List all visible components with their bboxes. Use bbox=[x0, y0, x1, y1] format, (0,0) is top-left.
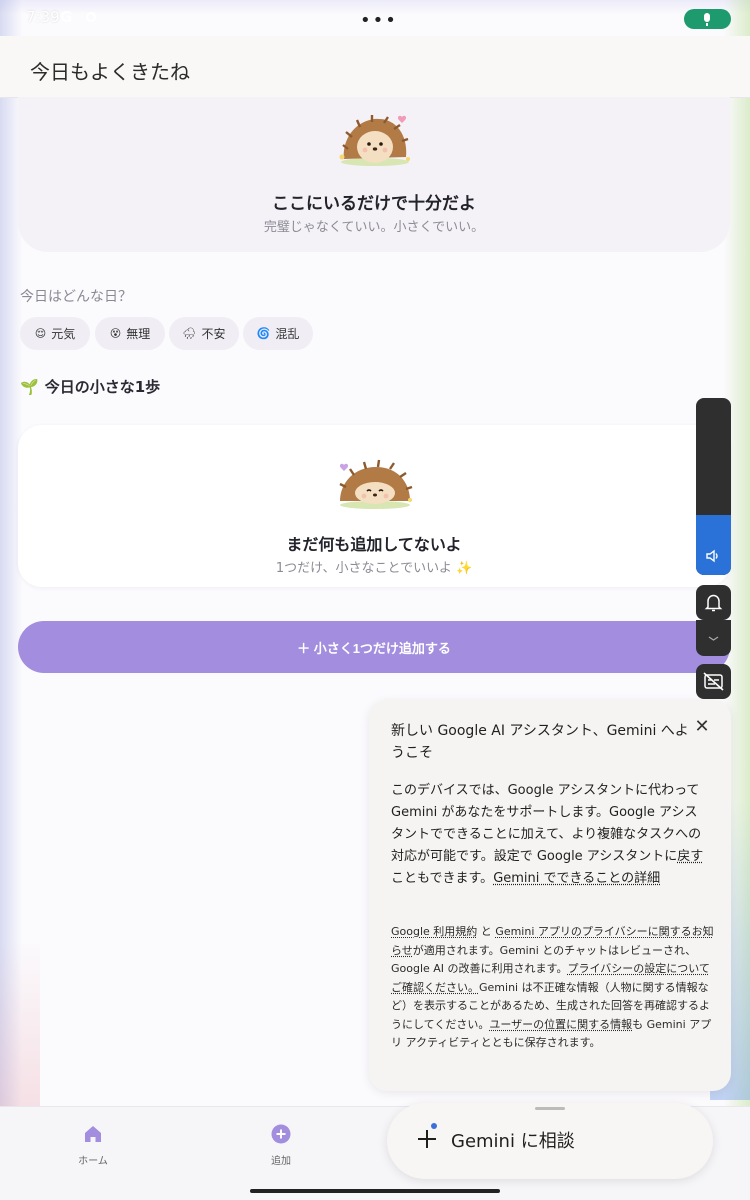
relieved-face-icon: 😌 bbox=[34, 327, 47, 340]
more-dots-icon[interactable]: ••• bbox=[360, 10, 398, 31]
empty-steps-card: まだ何も追加してないよ 1つだけ、小さなことでいいよ ✨ bbox=[18, 425, 730, 587]
mood-chip-genki[interactable]: 😌 元気 bbox=[20, 317, 90, 350]
body-text: このデバイスでは、Google アシスタントに代わって Gemini があなたを… bbox=[391, 783, 702, 864]
mic-icon bbox=[704, 13, 710, 26]
restore-assistant-link[interactable]: 戻す bbox=[677, 849, 703, 864]
ringer-mode-button[interactable] bbox=[696, 585, 731, 620]
google-terms-link[interactable]: Google 利用規約 bbox=[391, 925, 477, 938]
page-title: 今日もよくきたね bbox=[30, 60, 190, 84]
mood-chip-fuan[interactable]: 🌧 不安 bbox=[169, 317, 239, 350]
empty-state-title: まだ何も追加してないよ bbox=[286, 535, 462, 554]
mic-in-use-indicator[interactable] bbox=[684, 9, 731, 29]
app-bar: 今日もよくきたね bbox=[0, 36, 750, 98]
gemini-ask-button[interactable]: Gemini に相談 bbox=[387, 1103, 713, 1179]
mood-question: 今日はどんな日？ bbox=[20, 289, 132, 305]
cyclone-icon: 🌀 bbox=[256, 327, 271, 340]
location-info-link[interactable]: ユーザーの位置に関する情報 bbox=[489, 1018, 632, 1031]
chevron-down-icon bbox=[708, 636, 719, 641]
nav-label-add: 追加 bbox=[271, 1156, 291, 1167]
volume-level-fill bbox=[696, 514, 731, 575]
section-title-text: 今日の小さな1歩 bbox=[44, 378, 161, 396]
google-g-icon: G bbox=[60, 8, 73, 26]
hedgehog-lying-illustration bbox=[339, 459, 413, 509]
mood-chip-label: 元気 bbox=[51, 327, 76, 341]
caption-off-icon bbox=[703, 672, 724, 691]
bell-icon bbox=[704, 594, 723, 612]
status-time: 7:39 bbox=[26, 8, 60, 26]
mood-chip-label: 不安 bbox=[201, 327, 226, 341]
hero-card: ここにいるだけで十分だよ 完璧じゃなくていい。小さくでいい。 bbox=[18, 97, 730, 252]
speaker-icon bbox=[706, 549, 718, 563]
gemini-welcome-card: 新しい Google AI アシスタント、Gemini へようこそ ✕ このデバ… bbox=[369, 700, 731, 1091]
notification-dot-icon bbox=[86, 12, 96, 22]
status-bar: 7:39 G ••• bbox=[0, 0, 750, 36]
nav-item-add[interactable]: 追加 bbox=[241, 1123, 321, 1167]
home-icon bbox=[85, 1126, 101, 1142]
rain-cloud-icon: 🌧 bbox=[182, 327, 197, 340]
add-circle-icon bbox=[271, 1124, 291, 1144]
empty-state-subtitle: 1つだけ、小さなことでいいよ ✨ bbox=[275, 561, 473, 576]
plus-icon bbox=[418, 1130, 436, 1148]
live-caption-button[interactable] bbox=[696, 664, 731, 699]
hero-title: ここにいるだけで十分だよ bbox=[272, 194, 476, 214]
add-small-step-button[interactable]: ＋ 小さく1つだけ追加する bbox=[18, 621, 730, 673]
gemini-spark-dot-icon bbox=[431, 1123, 437, 1129]
mood-chip-label: 混乱 bbox=[275, 327, 300, 341]
close-icon[interactable]: ✕ bbox=[693, 718, 711, 736]
nav-item-home[interactable]: ホーム bbox=[53, 1123, 133, 1167]
gemini-legal-text: Google 利用規約 と Gemini アプリのプライバシーに関するお知らせが… bbox=[391, 923, 715, 1053]
home-indicator[interactable] bbox=[250, 1189, 500, 1193]
volume-expand-button[interactable] bbox=[696, 620, 731, 656]
gemini-welcome-title: 新しい Google AI アシスタント、Gemini へようこそ bbox=[391, 723, 689, 761]
fine-text: と bbox=[480, 925, 492, 938]
mood-chip-konran[interactable]: 🌀 混乱 bbox=[243, 317, 313, 350]
drag-handle[interactable] bbox=[535, 1107, 565, 1110]
mood-chip-label: 無理 bbox=[126, 327, 151, 341]
hedgehog-illustration bbox=[339, 115, 410, 166]
dizzy-face-icon: 😵 bbox=[109, 327, 122, 340]
section-title-small-step: 🌱 今日の小さな1歩 bbox=[20, 376, 160, 397]
gemini-welcome-body: このデバイスでは、Google アシスタントに代わって Gemini があなたを… bbox=[391, 780, 709, 890]
sprout-icon: 🌱 bbox=[20, 378, 39, 396]
gemini-learn-more-link[interactable]: Gemini でできることの詳細 bbox=[493, 871, 660, 886]
gemini-ask-label: Gemini に相談 bbox=[451, 1131, 575, 1152]
hero-subtitle: 完璧じゃなくていい。小さくでいい。 bbox=[263, 220, 485, 235]
volume-slider[interactable] bbox=[696, 398, 731, 575]
mood-chip-muri[interactable]: 😵 無理 bbox=[95, 317, 165, 350]
nav-label-home: ホーム bbox=[78, 1156, 108, 1167]
body-text: こともできます。 bbox=[391, 871, 494, 886]
